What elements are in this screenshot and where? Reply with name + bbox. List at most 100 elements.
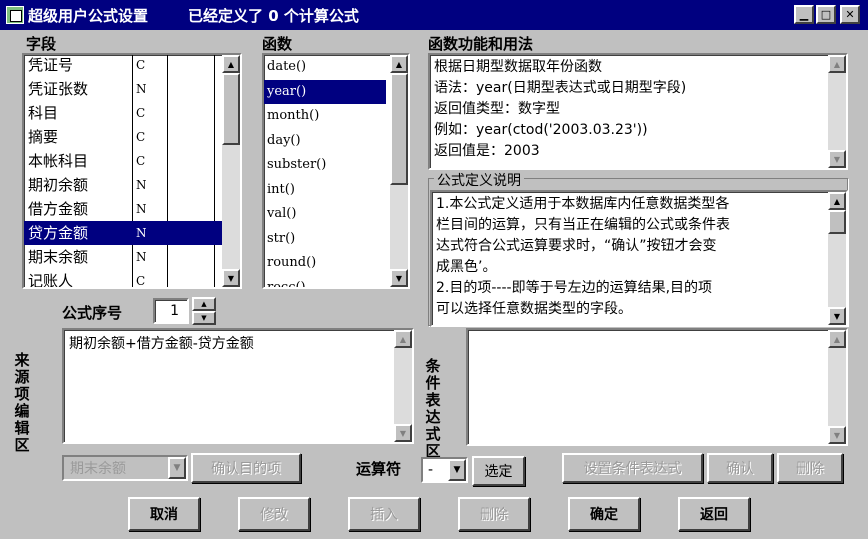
modify-button[interactable]: 修改 [238, 497, 310, 531]
functions-list[interactable]: date() year() month() day() subster() int() va… [262, 53, 410, 289]
field-row[interactable]: 期初余额 N [24, 173, 224, 197]
scroll-down-button[interactable]: ▼ [390, 269, 408, 287]
scroll-thumb[interactable] [828, 210, 846, 234]
definition-scrollbar[interactable]: ▲ ▼ [828, 192, 846, 325]
field-name: 期末余额 [28, 248, 89, 266]
text-line: 返回值类型：数字型 [434, 101, 560, 117]
source-text: 期初余额+借方金额-贷方金额 [69, 336, 254, 352]
scroll-up-button[interactable]: ▲ [390, 55, 408, 73]
field-row[interactable]: 科目 C [24, 101, 224, 125]
formula-seq-spinner[interactable]: ▲ ▼ [192, 297, 216, 325]
cancel-button[interactable]: 取消 [128, 497, 200, 531]
select-button[interactable]: 选定 [472, 456, 525, 486]
scroll-up-button[interactable]: ▲ [394, 330, 412, 348]
function-item[interactable]: round() [264, 251, 386, 276]
function-item[interactable]: recc() [264, 276, 386, 288]
usage-label: 函数功能和用法 [428, 35, 534, 53]
function-item[interactable]: year() [264, 79, 386, 104]
function-item[interactable]: int() [264, 178, 386, 203]
scroll-down-button[interactable]: ▼ [394, 424, 412, 442]
function-item[interactable]: day() [264, 129, 386, 154]
target-field-value: 期末余额 [70, 461, 126, 477]
scroll-up-button[interactable]: ▲ [828, 330, 846, 348]
condition-delete-button[interactable]: 删除 [777, 453, 843, 483]
functions-label: 函数 [262, 35, 293, 53]
functions-scrollbar[interactable]: ▲ ▼ [390, 55, 408, 287]
field-type: C [136, 130, 146, 144]
scroll-down-button[interactable]: ▼ [222, 269, 240, 287]
field-type: N [136, 82, 147, 96]
field-name: 凭证张数 [28, 80, 89, 98]
source-edit-area[interactable]: 期初余额+借方金额-贷方金额 ▲ ▼ [62, 328, 414, 444]
condition-text [468, 330, 846, 334]
window-title: 超级用户公式设置 [28, 6, 149, 25]
field-name: 借方金额 [28, 200, 89, 218]
scroll-down-button[interactable]: ▼ [828, 150, 846, 168]
scroll-down-button[interactable]: ▼ [828, 426, 846, 444]
dropdown-button[interactable]: ▼ [168, 457, 186, 479]
definition-textbox[interactable]: 1.本公式定义适用于本数据库内任意数据类型各 栏目间的运算，只有当正在编辑的公式或… [430, 190, 848, 327]
fields-list[interactable]: 凭证号 C 凭证张数 N 科目 C 摘要 C 本帐科目 C 期初余额 N 借方金额 N 贷方金额 N 期末余额 N… [22, 53, 242, 289]
field-type: C [136, 274, 146, 288]
field-row[interactable]: 贷方金额 N [24, 221, 224, 245]
field-type: N [136, 178, 147, 192]
function-item[interactable]: str() [264, 227, 386, 252]
usage-textbox[interactable]: 根据日期型数据取年份函数 语法：year(日期型表达式或日期型字段) 返回值类型：数… [428, 53, 848, 170]
close-button[interactable]: ✕ [840, 5, 860, 24]
field-row[interactable]: 借方金额 N [24, 197, 224, 221]
field-row[interactable]: 记账人 C [24, 269, 224, 289]
maximize-button[interactable]: □ [816, 5, 836, 24]
spin-down-button[interactable]: ▼ [192, 311, 216, 325]
condition-confirm-button[interactable]: 确认 [707, 453, 773, 483]
field-type: N [136, 202, 147, 216]
fields-scrollbar[interactable]: ▲ ▼ [222, 55, 240, 287]
source-label: 来源项编辑区 [14, 351, 30, 454]
field-row[interactable]: 摘要 C [24, 125, 224, 149]
title-bar[interactable]: 超级用户公式设置 已经定义了 0 个计算公式 ▁ □ ✕ [0, 0, 868, 30]
function-item[interactable]: subster() [264, 153, 386, 178]
set-condition-button[interactable]: 设置条件表达式 [562, 453, 703, 483]
operator-value: - [428, 462, 434, 478]
delete-button[interactable]: 删除 [458, 497, 530, 531]
formula-count-status: 已经定义了 0 个计算公式 [188, 6, 359, 25]
formula-seq-input[interactable]: 1 [153, 298, 189, 324]
definition-label: 公式定义说明 [434, 170, 524, 190]
arrow-down-icon: ▼ [227, 273, 235, 283]
spin-up-button[interactable]: ▲ [192, 297, 216, 311]
arrow-up-icon: ▲ [833, 334, 841, 344]
dropdown-button[interactable]: ▼ [448, 459, 466, 481]
scroll-down-button[interactable]: ▼ [828, 307, 846, 325]
text-line: 达式符合公式运算要求时，“确认”按钮才会变 [436, 238, 717, 254]
field-row[interactable]: 凭证号 C [24, 55, 224, 77]
scroll-thumb[interactable] [390, 73, 408, 185]
source-scrollbar[interactable]: ▲ ▼ [394, 330, 412, 442]
text-line: 可以选择任意数据类型的字段。 [436, 301, 632, 317]
condition-scrollbar[interactable]: ▲ ▼ [828, 330, 846, 444]
function-item[interactable]: val() [264, 202, 386, 227]
condition-edit-area[interactable]: ▲ ▼ [466, 328, 848, 446]
back-button[interactable]: 返回 [678, 497, 750, 531]
field-name: 本帐科目 [28, 152, 89, 170]
arrow-up-icon: ▲ [833, 196, 841, 206]
field-type: C [136, 106, 146, 120]
ok-button[interactable]: 确定 [568, 497, 640, 531]
function-item[interactable]: month() [264, 104, 386, 129]
scroll-up-button[interactable]: ▲ [222, 55, 240, 73]
target-field-combo[interactable]: 期末余额 ▼ [62, 455, 188, 481]
field-row[interactable]: 凭证张数 N [24, 77, 224, 101]
field-name: 期初余额 [28, 176, 89, 194]
confirm-target-button[interactable]: 确认目的项 [191, 453, 301, 483]
scroll-up-button[interactable]: ▲ [828, 55, 846, 73]
field-row[interactable]: 本帐科目 C [24, 149, 224, 173]
close-icon: ✕ [845, 8, 855, 21]
field-name: 记账人 [28, 272, 74, 289]
operator-combo[interactable]: - ▼ [421, 457, 468, 483]
minimize-button[interactable]: ▁ [794, 5, 814, 24]
usage-scrollbar[interactable]: ▲ ▼ [828, 55, 846, 168]
function-item[interactable]: date() [264, 55, 386, 80]
scroll-thumb[interactable] [222, 73, 240, 145]
insert-button[interactable]: 插入 [348, 497, 420, 531]
arrow-up-icon: ▲ [833, 59, 841, 69]
field-row[interactable]: 期末余额 N [24, 245, 224, 269]
scroll-up-button[interactable]: ▲ [828, 192, 846, 210]
